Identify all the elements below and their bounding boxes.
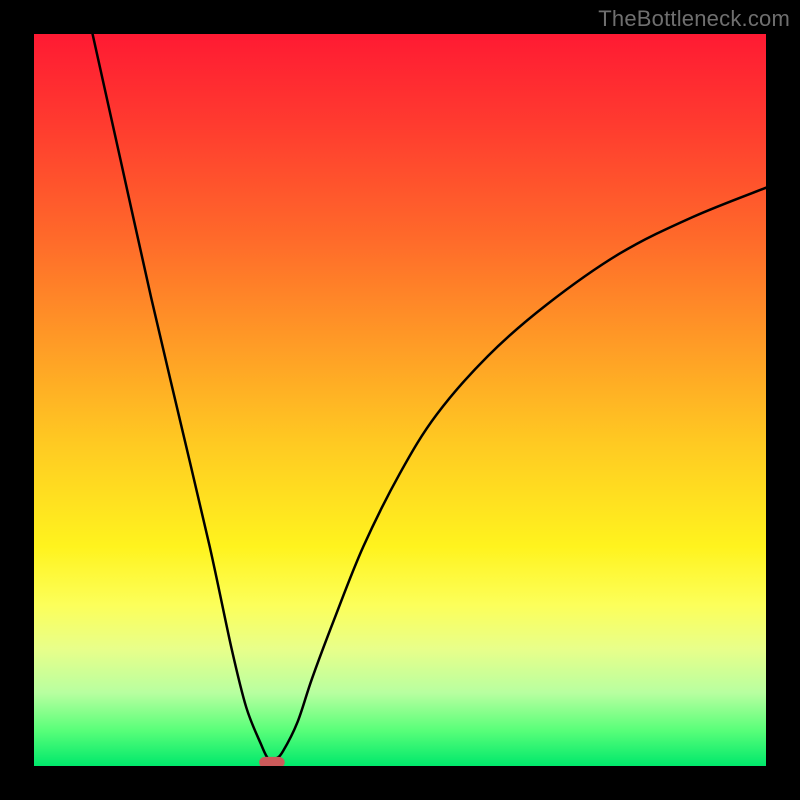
min-marker bbox=[259, 757, 285, 766]
curve-layer bbox=[34, 34, 766, 766]
curve-path-group bbox=[93, 34, 766, 760]
marker-group bbox=[259, 757, 285, 766]
plot-area bbox=[34, 34, 766, 766]
watermark-text: TheBottleneck.com bbox=[598, 6, 790, 32]
chart-frame: TheBottleneck.com bbox=[0, 0, 800, 800]
bottleneck-curve bbox=[93, 34, 766, 760]
